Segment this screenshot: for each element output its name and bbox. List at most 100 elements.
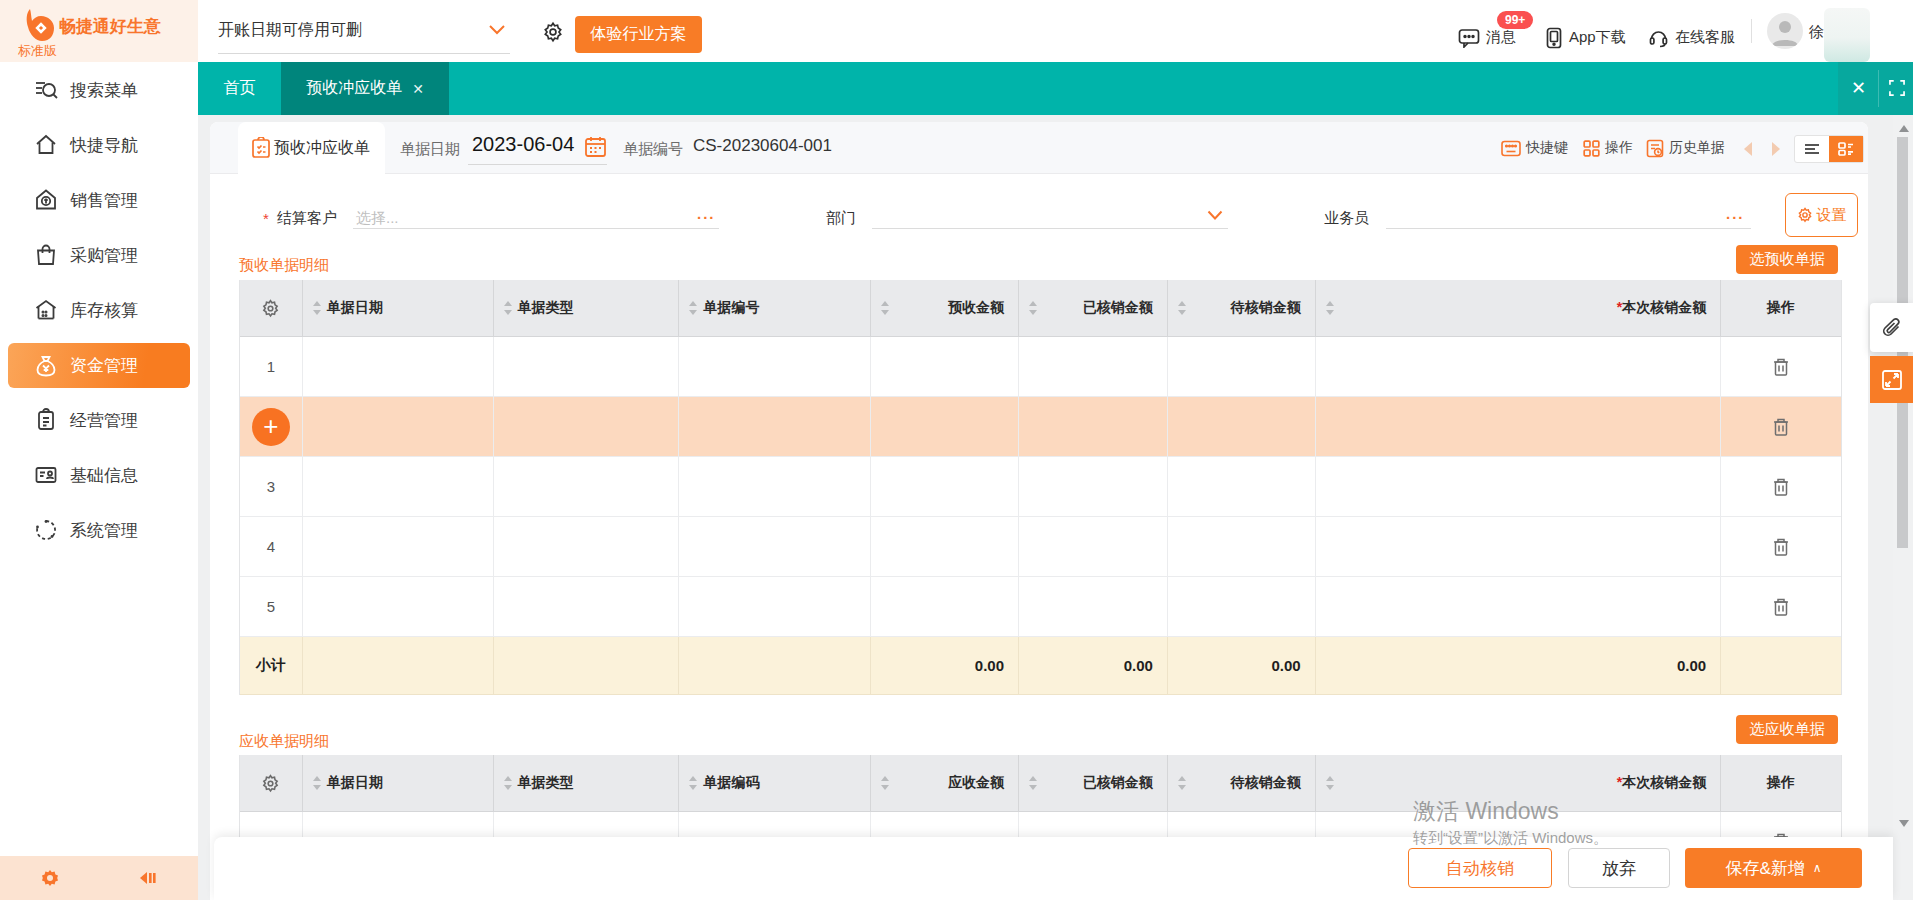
tab-doc[interactable]: 预收冲应收单 ✕ bbox=[281, 62, 449, 115]
customer-more-trigger[interactable]: ... bbox=[697, 205, 716, 222]
messages-item[interactable]: 消息 bbox=[1458, 0, 1516, 62]
sidebar-item-operations[interactable]: 经营管理 bbox=[0, 398, 198, 442]
vertical-scrollbar[interactable] bbox=[1893, 115, 1913, 900]
next-doc-icon[interactable] bbox=[1770, 141, 1782, 157]
close-all-icon[interactable]: ✕ bbox=[1851, 77, 1866, 99]
sidebar-item-basic-info[interactable]: 基础信息 bbox=[0, 453, 198, 497]
select-receivable-button[interactable]: 选应收单据 bbox=[1736, 715, 1838, 744]
calendar-icon[interactable] bbox=[584, 135, 607, 158]
expand-button[interactable] bbox=[1870, 356, 1913, 403]
sidebar-item-label: 库存核算 bbox=[70, 299, 138, 322]
date-value[interactable]: 2023-06-04 bbox=[472, 133, 574, 156]
header-settings-icon[interactable] bbox=[542, 21, 564, 43]
col-header-amount[interactable]: 应收金额 bbox=[871, 755, 1019, 812]
history-button[interactable]: 历史单据 bbox=[1646, 122, 1725, 174]
salesman-underline bbox=[1386, 228, 1751, 229]
trial-plan-button[interactable]: 体验行业方案 bbox=[575, 16, 702, 53]
tab-close-icon[interactable]: ✕ bbox=[412, 81, 424, 97]
app-download-item[interactable]: App下载 bbox=[1545, 0, 1626, 62]
save-and-new-label: 保存&新增 bbox=[1725, 857, 1804, 880]
department-chevron-icon[interactable] bbox=[1207, 210, 1223, 221]
col-header-op: 操作 bbox=[1721, 755, 1841, 812]
home-icon bbox=[33, 132, 59, 158]
delete-row-icon[interactable] bbox=[1772, 477, 1790, 497]
sidebar-settings-icon[interactable] bbox=[41, 869, 59, 887]
col-header-verified[interactable]: 已核销金额 bbox=[1019, 280, 1168, 337]
col-header-verified[interactable]: 已核销金额 bbox=[1019, 755, 1168, 812]
auto-verify-button[interactable]: 自动核销 bbox=[1408, 848, 1552, 888]
window-tabbar: 首页 预收冲应收单 ✕ ✕ bbox=[198, 62, 1913, 115]
col-header-no[interactable]: 单据编号 bbox=[679, 280, 871, 337]
delete-row-icon[interactable] bbox=[1772, 417, 1790, 437]
sidebar-item-system[interactable]: 系统管理 bbox=[0, 508, 198, 552]
sidebar-item-sales[interactable]: 销售管理 bbox=[0, 178, 198, 222]
add-row-button[interactable]: + bbox=[252, 408, 290, 446]
avatar-person-icon bbox=[1767, 13, 1803, 49]
keyboard-icon bbox=[1501, 140, 1521, 157]
column-settings-cell[interactable] bbox=[240, 755, 303, 812]
avatar[interactable] bbox=[1767, 13, 1803, 49]
user-name: 徐 bbox=[1809, 23, 1824, 42]
prev-doc-icon[interactable] bbox=[1742, 141, 1754, 157]
sidebar-item-inventory[interactable]: 库存核算 bbox=[0, 288, 198, 332]
col-header-type[interactable]: 单据类型 bbox=[494, 280, 680, 337]
fullscreen-icon[interactable] bbox=[1889, 80, 1905, 96]
document-subtab-label: 预收冲应收单 bbox=[274, 138, 370, 159]
col-header-amount[interactable]: 预收金额 bbox=[871, 280, 1019, 337]
sidebar-item-quick-nav[interactable]: 快捷导航 bbox=[0, 123, 198, 167]
delete-row-icon[interactable] bbox=[1772, 357, 1790, 377]
column-settings-cell[interactable] bbox=[240, 280, 303, 337]
scroll-up-icon[interactable] bbox=[1899, 125, 1909, 132]
delete-row-icon[interactable] bbox=[1772, 597, 1790, 617]
view-list-button[interactable] bbox=[1795, 136, 1829, 162]
sidebar-collapse-icon[interactable] bbox=[138, 869, 158, 887]
select-prepaid-button[interactable]: 选预收单据 bbox=[1736, 245, 1838, 274]
table-row[interactable]: 1 bbox=[240, 337, 1841, 397]
salesman-more-trigger[interactable]: ... bbox=[1726, 205, 1745, 222]
document-icon bbox=[251, 137, 271, 159]
col-header-pending[interactable]: 待核销金额 bbox=[1168, 280, 1316, 337]
support-item[interactable]: 在线客服 bbox=[1648, 0, 1735, 62]
col-header-op: 操作 bbox=[1721, 280, 1841, 337]
scroll-down-icon[interactable] bbox=[1899, 820, 1909, 827]
receivable-table-header: 单据日期 单据类型 单据编码 应收金额 已核销金额 待核销金额 *本次核销金额 … bbox=[240, 755, 1841, 812]
document-card: 预收冲应收单 单据日期 2023-06-04 单据编号 CS-20230604-… bbox=[210, 122, 1868, 900]
sidebar-item-search-menu[interactable]: 搜索菜单 bbox=[0, 68, 198, 112]
attachment-panel[interactable] bbox=[1870, 303, 1913, 352]
grid-icon bbox=[1583, 140, 1600, 157]
sidebar-item-label: 快捷导航 bbox=[70, 134, 138, 157]
sidebar-item-label: 系统管理 bbox=[70, 519, 138, 542]
table-row-active[interactable]: + bbox=[240, 397, 1841, 457]
customer-placeholder[interactable]: 选择... bbox=[356, 209, 399, 228]
sidebar-item-funds[interactable]: 资金管理 bbox=[8, 343, 190, 388]
col-header-current[interactable]: *本次核销金额 bbox=[1316, 280, 1721, 337]
customer-underline bbox=[353, 228, 719, 229]
view-card-button[interactable] bbox=[1829, 136, 1863, 162]
table-row[interactable]: 4 bbox=[240, 517, 1841, 577]
sidebar-item-purchase[interactable]: 采购管理 bbox=[0, 233, 198, 277]
settings-button[interactable]: 设置 bbox=[1785, 193, 1858, 237]
subtotal-pending: 0.00 bbox=[1168, 657, 1315, 674]
document-subtab[interactable]: 预收冲应收单 bbox=[238, 122, 385, 174]
delete-row-icon[interactable] bbox=[1772, 537, 1790, 557]
subtotal-verified: 0.00 bbox=[1019, 657, 1167, 674]
col-header-date[interactable]: 单据日期 bbox=[303, 280, 494, 337]
section2-title: 应收单据明细 bbox=[239, 732, 329, 751]
table-row[interactable]: 3 bbox=[240, 457, 1841, 517]
date-underline bbox=[468, 164, 607, 165]
save-and-new-button[interactable]: 保存&新增 ∧ bbox=[1685, 848, 1862, 888]
brand-name: 畅捷通好生意 bbox=[59, 15, 161, 38]
account-set-dropdown[interactable]: 开账日期可停用可删 bbox=[218, 14, 510, 54]
col-header-date[interactable]: 单据日期 bbox=[303, 755, 494, 812]
tab-home[interactable]: 首页 bbox=[198, 62, 281, 115]
prepaid-table-header: 单据日期 单据类型 单据编号 预收金额 已核销金额 待核销金额 *本次核销金额 … bbox=[240, 280, 1841, 337]
table-row[interactable]: 5 bbox=[240, 577, 1841, 637]
discard-button[interactable]: 放弃 bbox=[1568, 848, 1670, 888]
col-header-pending[interactable]: 待核销金额 bbox=[1168, 755, 1316, 812]
col-header-type[interactable]: 单据类型 bbox=[494, 755, 680, 812]
col-header-no[interactable]: 单据编码 bbox=[679, 755, 871, 812]
account-set-value: 开账日期可停用可删 bbox=[218, 20, 362, 41]
operations-button[interactable]: 操作 bbox=[1583, 122, 1633, 174]
shortcut-keys-button[interactable]: 快捷键 bbox=[1501, 122, 1568, 174]
col-header-current[interactable]: *本次核销金额 bbox=[1316, 755, 1721, 812]
